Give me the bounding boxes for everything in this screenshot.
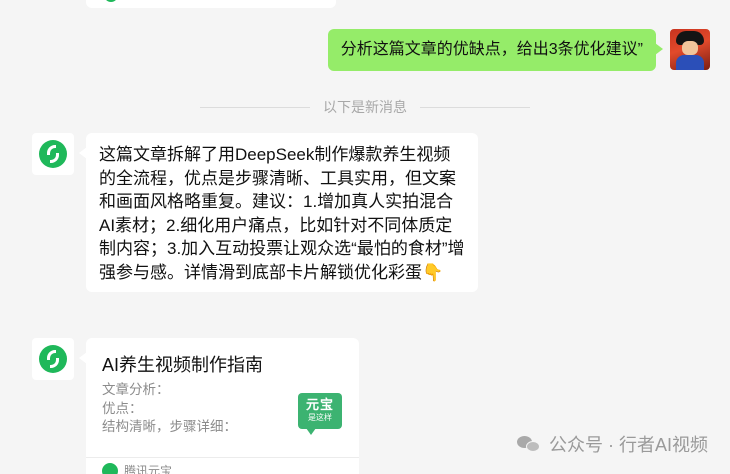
card-source: 腾讯元宝: [124, 464, 173, 474]
card-divider: [86, 457, 359, 458]
new-messages-divider: 以下是新消息: [0, 97, 730, 117]
watermark: 公众号 · 行者AI视频: [516, 431, 708, 457]
card-title: AI养生视频制作指南: [102, 355, 264, 375]
link-card[interactable]: AI养生视频制作指南 文章分析： 优点： 结构清晰，步骤详细： 元宝 是这样 腾…: [79, 338, 359, 474]
user-avatar[interactable]: [670, 29, 710, 70]
card-footer: 腾讯元宝: [102, 462, 172, 474]
incoming-message-bubble[interactable]: 这篇文章拆解了用DeepSeek制作爆款养生视频的全流程，优点是步骤清晰、工具实…: [79, 133, 478, 292]
card-description: 文章分析： 优点： 结构清晰，步骤详细：: [102, 381, 292, 437]
watermark-text: 公众号 · 行者AI视频: [548, 435, 708, 455]
bot-avatar[interactable]: [32, 338, 74, 380]
card-desc-line: 结构清晰，步骤详细：: [102, 419, 237, 434]
bot-avatar[interactable]: [32, 133, 74, 175]
card-message-row: AI养生视频制作指南 文章分析： 优点： 结构清晰，步骤详细： 元宝 是这样 腾…: [32, 338, 359, 474]
yuanbao-logo-icon: [104, 0, 118, 2]
wechat-icon: [516, 434, 541, 454]
divider-line-left: [200, 106, 310, 108]
card-desc-line: 文章分析：: [102, 382, 170, 397]
divider-label: 以下是新消息: [323, 99, 407, 115]
divider-line-right: [420, 106, 530, 108]
yuanbao-logo-icon: [39, 140, 67, 168]
thumb-line-1: 元宝: [305, 397, 334, 412]
incoming-message-row: 这篇文章拆解了用DeepSeek制作爆款养生视频的全流程，优点是步骤清晰、工具实…: [32, 133, 478, 292]
previous-card-stub[interactable]: [86, 0, 336, 8]
yuanbao-logo-icon: [39, 345, 67, 373]
card-desc-line: 优点：: [102, 400, 143, 416]
outgoing-message-bubble[interactable]: 分析这篇文章的优缺点，给出3条优化建议”: [327, 29, 664, 71]
thumb-line-2: 是这样: [308, 413, 332, 422]
card-thumbnail: 元宝 是这样: [298, 393, 342, 435]
outgoing-message-row: 分析这篇文章的优缺点，给出3条优化建议”: [327, 29, 710, 71]
yuanbao-small-icon: [102, 462, 118, 474]
